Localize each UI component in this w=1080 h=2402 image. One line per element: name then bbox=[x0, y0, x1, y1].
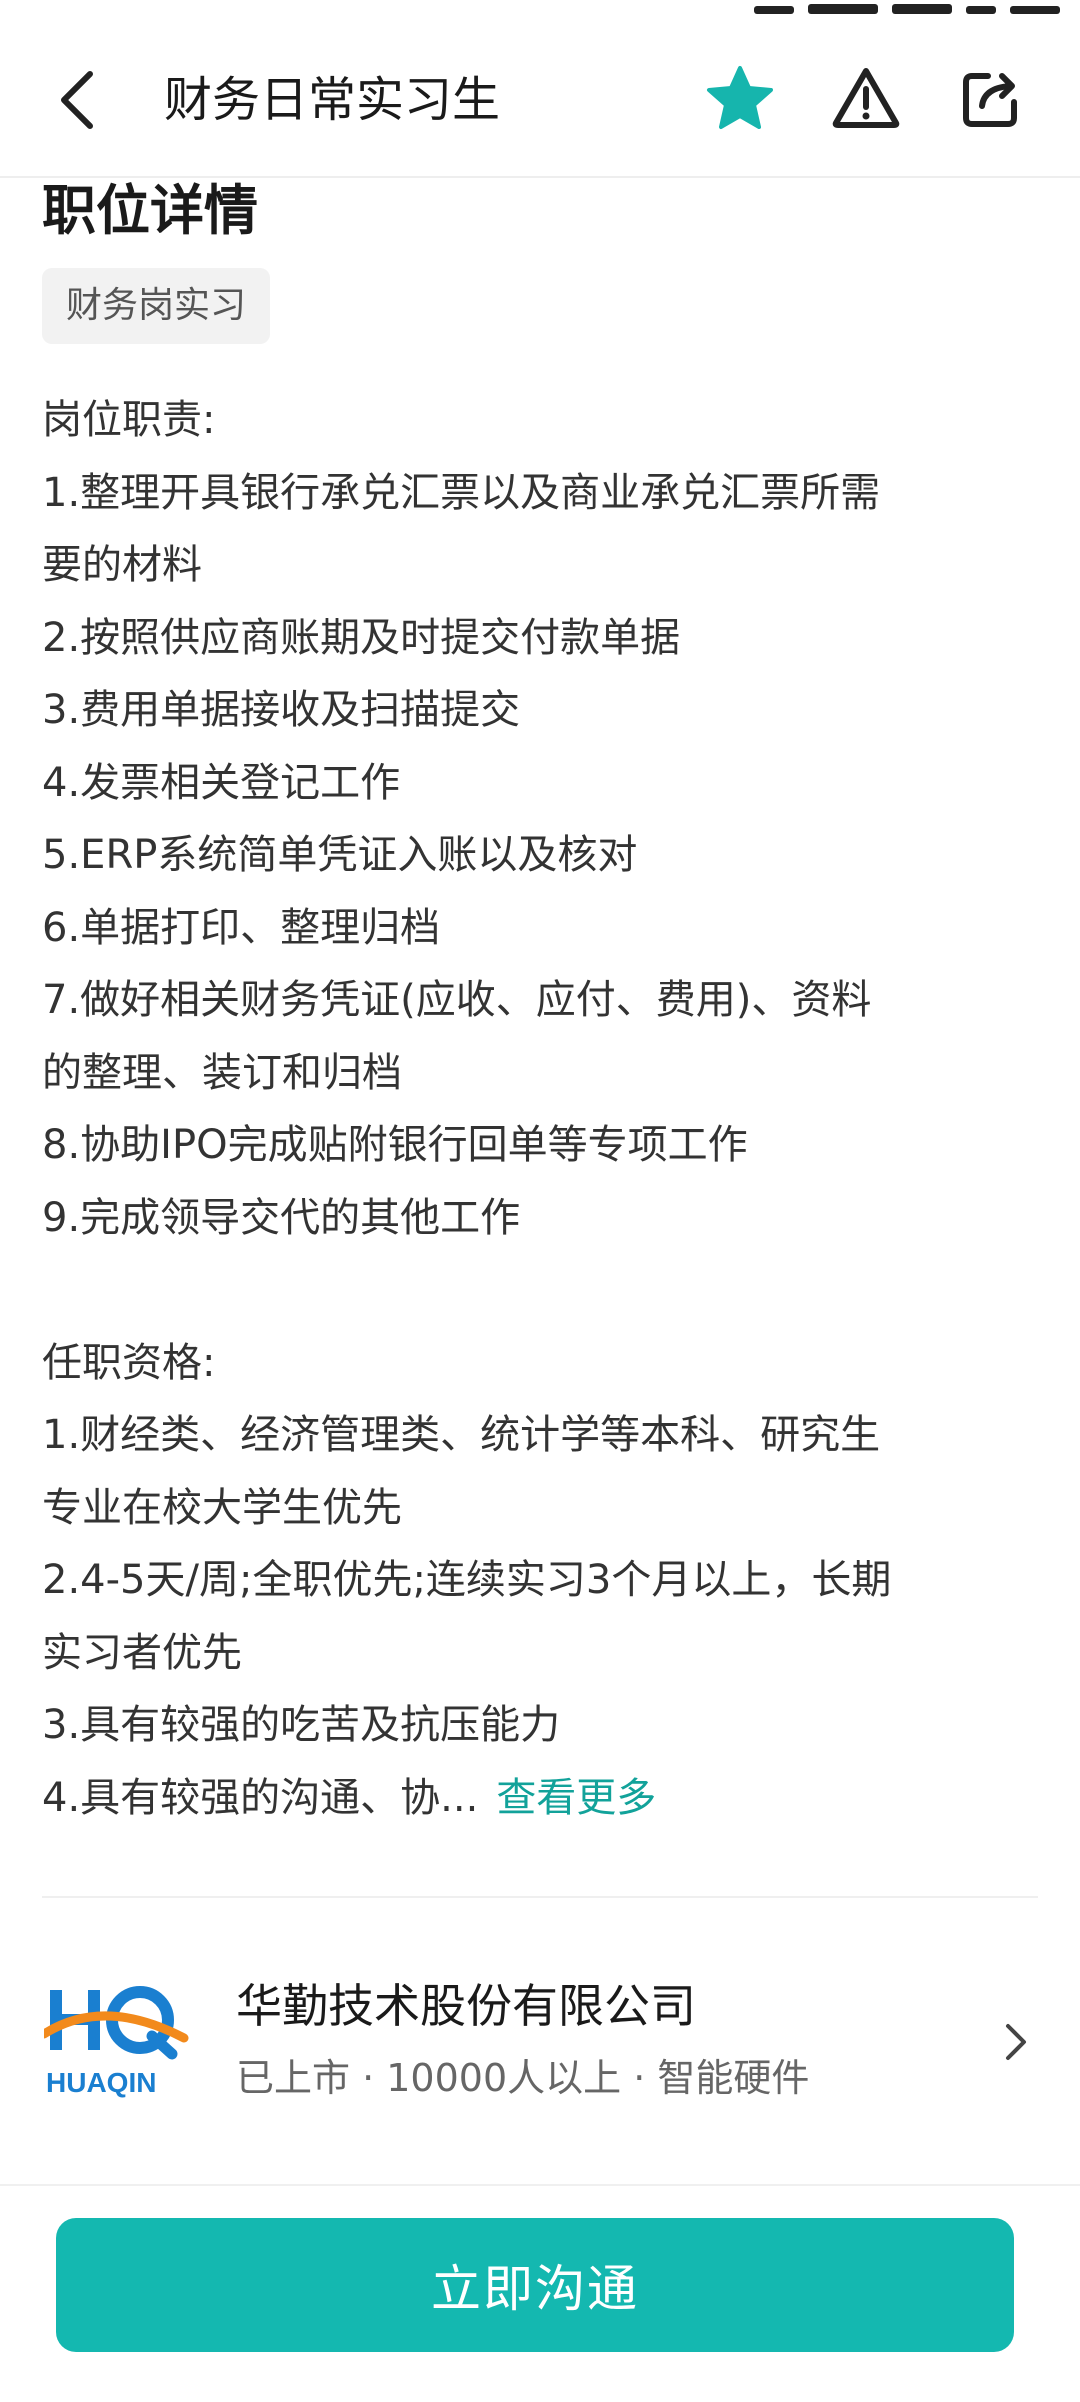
description-line: 任职资格: bbox=[42, 1339, 216, 1386]
description-line: 实习者优先 bbox=[42, 1629, 242, 1676]
truncated-description-text: 4.具有较强的沟通、协... bbox=[42, 1774, 479, 1821]
share-button[interactable] bbox=[956, 62, 1028, 134]
page-title: 财务日常实习生 bbox=[164, 72, 501, 128]
description-line: 4.发票相关登记工作 bbox=[42, 759, 401, 806]
description-line: 3.费用单据接收及扫描提交 bbox=[42, 687, 521, 733]
description-line: 9.完成领导交代的其他工作 bbox=[42, 1194, 521, 1241]
status-bar-fragment bbox=[754, 0, 1060, 14]
svg-text:HUAQIN: HUAQIN bbox=[46, 2067, 156, 2098]
description-line: 岗位职责: bbox=[42, 397, 216, 443]
description-line: 3.具有较强的吃苦及抗压能力 bbox=[42, 1702, 561, 1748]
chevron-right-icon bbox=[1006, 2024, 1026, 2060]
description-line: 要的材料 bbox=[42, 542, 202, 588]
description-line: 8.协助IPO完成贴附银行回单等专项工作 bbox=[42, 1122, 748, 1168]
share-icon bbox=[963, 73, 1017, 127]
description-last-line: 4.具有较强的沟通、协... 查看更多 bbox=[42, 1762, 1038, 1835]
description-blank-line bbox=[42, 1254, 1038, 1327]
description-line: 2.4-5天/周;全职优先;连续实习3个月以上，长期 bbox=[42, 1557, 892, 1603]
description-line: 专业在校大学生优先 bbox=[42, 1484, 402, 1531]
top-app-bar: 财务日常实习生 bbox=[0, 0, 1080, 178]
see-more-link[interactable]: 查看更多 bbox=[496, 1775, 656, 1821]
company-card[interactable]: HUAQIN 华勤技术股份有限公司 已上市 · 10000人以上 · 智能硬件 bbox=[0, 1940, 1080, 2120]
description-line: 7.做好相关财务凭证(应收、应付、费用)、资料 bbox=[42, 977, 872, 1023]
description-line: 1.整理开具银行承兑汇票以及商业承兑汇票所需 bbox=[42, 469, 881, 516]
job-description: 岗位职责: 1.整理开具银行承兑汇票以及商业承兑汇票所需 要的材料 2.按照供应… bbox=[42, 384, 1038, 1834]
company-meta: 已上市 · 10000人以上 · 智能硬件 bbox=[236, 2056, 810, 2100]
job-category-tag: 财务岗实习 bbox=[42, 268, 271, 344]
divider bbox=[42, 1896, 1038, 1898]
favorite-button[interactable] bbox=[704, 62, 776, 134]
star-icon bbox=[707, 66, 773, 129]
description-line: 2.按照供应商账期及时提交付款单据 bbox=[42, 614, 681, 661]
company-arrow bbox=[996, 2014, 1036, 2070]
description-line: 6.单据打印、整理归档 bbox=[42, 904, 441, 951]
bottom-action-bar: 立即沟通 bbox=[0, 2184, 1080, 2402]
report-button[interactable] bbox=[830, 62, 902, 134]
back-button[interactable] bbox=[44, 60, 108, 140]
description-line: 1.财经类、经济管理类、统计学等本科、研究生 bbox=[42, 1412, 881, 1458]
company-name: 华勤技术股份有限公司 bbox=[236, 1979, 696, 2033]
company-logo: HUAQIN bbox=[39, 1982, 194, 2102]
warning-icon bbox=[832, 68, 900, 128]
back-arrow-icon bbox=[61, 71, 93, 129]
section-title: 职位详情 bbox=[42, 179, 258, 242]
chat-now-button[interactable]: 立即沟通 bbox=[56, 2218, 1014, 2352]
job-detail-content: 职位详情 财务岗实习 岗位职责: 1.整理开具银行承兑汇票以及商业承兑汇票所需 … bbox=[42, 176, 1038, 1834]
description-line: 的整理、装订和归档 bbox=[42, 1049, 402, 1096]
description-line: 5.ERP系统简单凭证入账以及核对 bbox=[42, 832, 638, 878]
